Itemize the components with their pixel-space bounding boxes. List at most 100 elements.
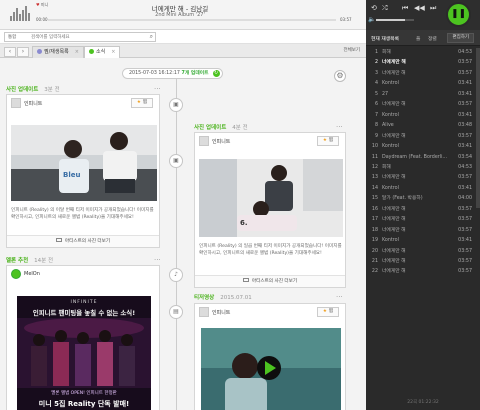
close-icon[interactable]: ×: [111, 49, 115, 55]
track-title: 너에게만 해: [382, 259, 406, 264]
track-number: 15: [371, 196, 378, 202]
app-window: ♥ 미니 너에게만 해 - 김남길 2nd Mini Album '27' 00…: [0, 0, 480, 410]
update-status-pill: 2015-07-03 16:12:17 7개 업데이트 ↻: [122, 68, 223, 79]
section-title-melon-recommend: 멜론 추천 14분 전: [6, 256, 53, 264]
avatar[interactable]: [199, 307, 209, 317]
rewind-icon[interactable]: ◀◀: [414, 4, 425, 12]
playlist-row[interactable]: 6 너에게만 해 03:57: [366, 100, 474, 110]
playlist-row[interactable]: 5 27 03:41: [366, 90, 474, 100]
artist-photo[interactable]: 6.: [199, 159, 343, 237]
playlist-row[interactable]: 22 너에게만 해 03:57: [366, 267, 474, 277]
tab-label: 찜/재생목록: [44, 49, 69, 55]
playlist-row[interactable]: 7 Kontrol 03:41: [366, 111, 474, 121]
track-title: Kontrol: [382, 144, 399, 150]
search-scope[interactable]: 통합: [8, 34, 16, 40]
like-button[interactable]: ★ 찜: [316, 136, 339, 146]
forward-button[interactable]: ›: [17, 47, 29, 57]
avatar[interactable]: [11, 98, 21, 108]
poster-subtext: 멜론 앨범 OPEN! 인피니트 한정판: [51, 391, 117, 396]
now-playing-album: 2nd Mini Album '27': [155, 12, 205, 18]
artist-name[interactable]: 인피니트: [212, 309, 230, 316]
repeat-icon[interactable]: ⟲: [371, 4, 377, 12]
playlist-row[interactable]: 3 너에게만 해 03:57: [366, 69, 474, 79]
avatar[interactable]: [199, 136, 209, 146]
playlist-scrollbar[interactable]: [476, 48, 480, 208]
section-time: 2015.07.01: [220, 295, 252, 301]
tab-current-playlist[interactable]: 현재 재생목록: [371, 35, 399, 42]
track-number: 7: [374, 112, 378, 118]
track-number: 5: [374, 91, 378, 97]
playlist-row[interactable]: 14 Kontrol 03:41: [366, 184, 474, 194]
track-duration: 03:57: [458, 217, 472, 223]
artist-name[interactable]: MelOn: [24, 271, 40, 277]
like-button[interactable]: ★ 찜: [130, 98, 153, 108]
video-card: 인피니트 ★ 찜: [194, 303, 346, 410]
more-options-icon[interactable]: ···: [336, 294, 343, 301]
playlist-row[interactable]: 10 Kontrol 03:41: [366, 142, 474, 152]
playlist-row[interactable]: 17 너에게만 해 03:57: [366, 215, 474, 225]
track-number: 18: [371, 227, 378, 233]
tab-playlist-mode[interactable]: 플: [416, 35, 420, 42]
recommend-card: MelOn INFINITE 인피니트 팬미팅을 놓칠 수 없는 소식! 멜론 …: [6, 265, 160, 410]
close-icon[interactable]: ×: [75, 49, 79, 55]
previous-icon[interactable]: ⏮: [402, 4, 408, 12]
event-poster[interactable]: INFINITE 인피니트 팬미팅을 놓칠 수 없는 소식! 멜론 앨범 OPE…: [17, 296, 151, 410]
section-label: 티저영상: [194, 295, 215, 301]
track-duration: 03:57: [458, 206, 472, 212]
section-time: 3분 전: [44, 87, 60, 93]
playlist-row[interactable]: 11 Daydream (Feat. Borderli... 03:54: [366, 153, 474, 163]
shuffle-icon[interactable]: ⤮: [382, 4, 388, 12]
track-number: 6: [374, 102, 378, 108]
view-all-button[interactable]: 전체보기: [343, 47, 360, 53]
back-button[interactable]: ‹: [4, 47, 16, 57]
next-icon[interactable]: ⏭: [430, 4, 436, 12]
pause-button[interactable]: ❚❚: [446, 2, 471, 27]
total-time: 03:57: [340, 17, 352, 22]
button-label: 아티스트의 사진 더보기: [64, 239, 111, 244]
search-input[interactable]: [31, 34, 143, 41]
artist-name[interactable]: 인피니트: [24, 100, 42, 107]
search-icon[interactable]: ⌕: [150, 33, 153, 41]
volume-icon[interactable]: 🔈: [368, 16, 375, 24]
more-photos-button[interactable]: 아티스트의 사진 더보기: [195, 275, 345, 287]
playlist-row[interactable]: 8 Alive 03:48: [366, 121, 474, 131]
tab-sort[interactable]: 정렬: [428, 35, 437, 42]
section-label: 사진 업데이트: [6, 87, 39, 93]
tab-playlist[interactable]: 찜/재생목록 ×: [32, 46, 84, 58]
playlist-row[interactable]: 12 회해 04:53: [366, 163, 474, 173]
teaser-video-thumbnail[interactable]: [201, 328, 341, 410]
track-number: 20: [371, 248, 378, 254]
edit-playlist-button[interactable]: 편집하기: [447, 33, 474, 43]
more-options-icon[interactable]: ···: [154, 257, 161, 264]
playlist-row[interactable]: 16 너에게만 해 03:57: [366, 205, 474, 215]
more-options-icon[interactable]: ···: [336, 124, 343, 131]
track-title: 너에게만 해: [382, 248, 406, 254]
volume-slider[interactable]: [376, 19, 414, 21]
track-title: Alive: [382, 123, 394, 129]
video-frame: [201, 328, 341, 410]
track-title: 달가 (Feat. 박용하): [382, 196, 423, 202]
section-title-teaser: 티저영상 2015.07.01: [194, 293, 252, 301]
playlist-row[interactable]: 15 달가 (Feat. 박용하) 04:00: [366, 194, 474, 204]
section-label: 멜론 추천: [6, 258, 29, 264]
playlist-row[interactable]: 13 너에게만 해 03:57: [366, 173, 474, 183]
refresh-icon[interactable]: ↻: [212, 70, 220, 77]
playlist-tab-icon: [37, 49, 42, 54]
playlist-row[interactable]: 18 너에게만 해 03:57: [366, 226, 474, 236]
settings-gear-icon[interactable]: ⚙: [334, 70, 346, 82]
playlist-row[interactable]: 2 너에게만 해 03:57: [366, 58, 474, 68]
playlist-row[interactable]: 9 너에게만 해 03:57: [366, 132, 474, 142]
playlist-row[interactable]: 21 너에게만 해 03:57: [366, 257, 474, 267]
artist-photo[interactable]: Bleu: [11, 125, 157, 201]
more-options-icon[interactable]: ···: [154, 86, 161, 93]
artist-name[interactable]: 인피니트: [212, 138, 230, 145]
photo-timeline-icon: ▣: [169, 98, 183, 112]
playlist-row[interactable]: 4 Kontrol 03:41: [366, 79, 474, 89]
playlist-row[interactable]: 1 회해 04:53: [366, 48, 474, 58]
playlist-row[interactable]: 20 너에게만 해 03:57: [366, 247, 474, 257]
track-number: 21: [371, 259, 378, 264]
like-button[interactable]: ★ 찜: [316, 307, 339, 317]
progress-bar[interactable]: [48, 19, 336, 21]
more-photos-button[interactable]: 아티스트의 사진 더보기: [7, 235, 159, 247]
playlist-row[interactable]: 19 Kontrol 03:41: [366, 236, 474, 246]
